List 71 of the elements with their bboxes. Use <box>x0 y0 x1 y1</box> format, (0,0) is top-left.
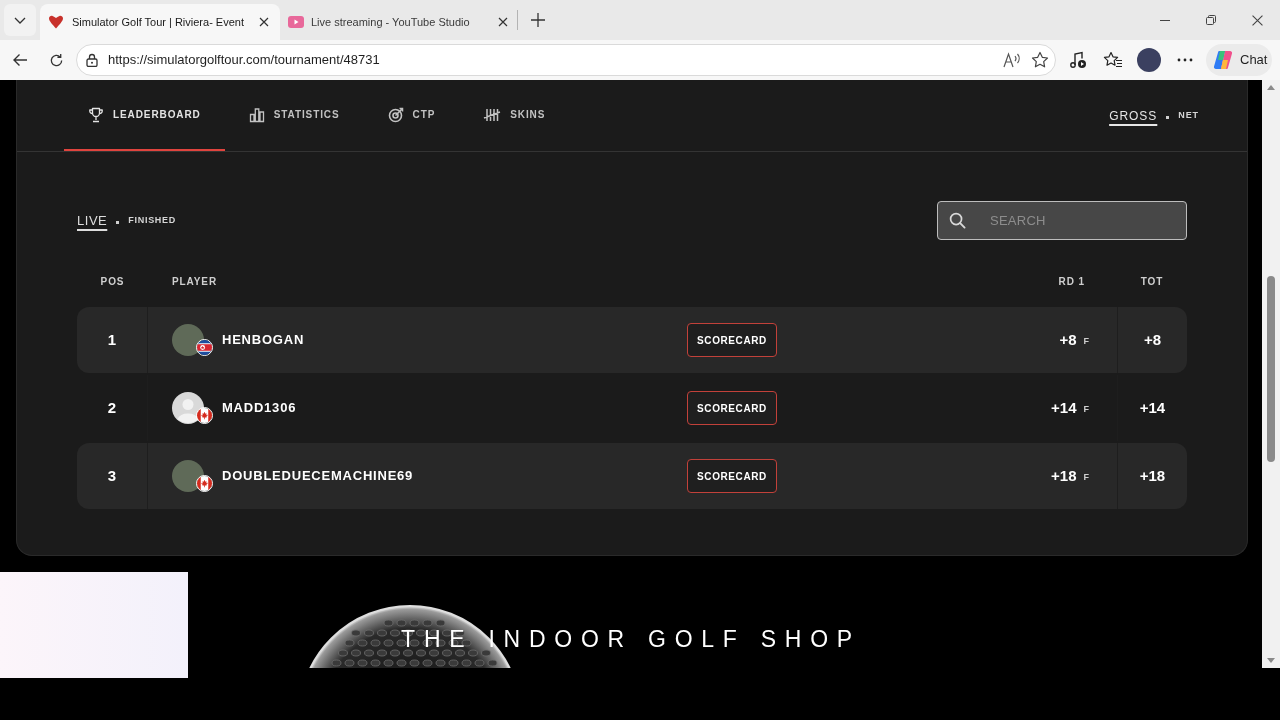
play-icon <box>288 16 304 28</box>
close-icon <box>498 17 508 27</box>
back-arrow-icon <box>12 53 28 67</box>
round-score: +18 <box>1051 465 1077 486</box>
finished-marker: F <box>1083 471 1089 485</box>
scorecard-button[interactable]: SCORECARD <box>687 323 777 357</box>
score-mode-toggle[interactable]: NET <box>1178 108 1199 123</box>
total-score: +18 <box>1139 465 1166 486</box>
caret-down-icon[interactable] <box>1267 658 1275 663</box>
position: 1 <box>107 329 117 350</box>
search-icon <box>949 212 966 229</box>
player-name: MADD1306 <box>222 399 297 418</box>
heart-icon <box>48 15 64 29</box>
lock-icon <box>86 53 98 67</box>
banner-title: THE INDOOR GOLF SHOP <box>401 625 861 653</box>
bar-chart-icon <box>248 106 265 123</box>
flag-icon <box>196 407 213 424</box>
position: 2 <box>107 397 117 418</box>
chat-logo-icon <box>1212 49 1234 71</box>
nav-tab[interactable]: LEADERBOARD <box>64 80 225 151</box>
score-mode-toggle[interactable]: GROSS <box>1109 106 1158 125</box>
round-score: +8 <box>1059 329 1077 350</box>
music-note-icon <box>1069 51 1087 69</box>
address-bar[interactable]: https://simulatorgolftour.com/tournament/48731 <box>76 44 1056 76</box>
total-score: +8 <box>1143 329 1162 350</box>
browser-tab[interactable]: Live streaming - YouTube Studio <box>282 4 516 40</box>
nav-tab[interactable]: SKINS <box>459 80 570 151</box>
flag-icon <box>196 475 213 492</box>
favorites-icon <box>1103 51 1123 69</box>
scrollbar-thumb[interactable] <box>1267 276 1275 462</box>
total-score: +14 <box>1139 397 1166 418</box>
caret-up-icon[interactable] <box>1267 85 1275 90</box>
nav-tab[interactable]: STATISTICS <box>224 80 364 151</box>
close-icon <box>1251 14 1263 26</box>
column-header: RD 1 <box>1058 274 1085 289</box>
more-icon <box>1177 58 1193 62</box>
refresh-icon <box>48 52 64 68</box>
read-aloud-icon <box>1003 52 1021 68</box>
status-filter[interactable]: LIVE <box>77 210 108 231</box>
column-header: PLAYER <box>172 274 218 289</box>
star-icon <box>1031 51 1049 69</box>
plus-icon <box>531 13 545 27</box>
tally-marks-icon <box>483 106 502 123</box>
chevron-down-icon <box>14 16 26 24</box>
player-name: DOUBLEDUECEMACHINE69 <box>222 467 414 486</box>
avatar-photo <box>172 324 204 356</box>
flag-icon <box>196 339 213 356</box>
scorecard-button[interactable]: SCORECARD <box>687 391 777 425</box>
column-header: TOT <box>1140 274 1164 289</box>
finished-marker: F <box>1083 335 1089 349</box>
chat-button[interactable]: Chat <box>1206 44 1272 76</box>
profile-photo <box>1137 48 1161 72</box>
trophy-icon <box>88 106 104 123</box>
finished-marker: F <box>1083 403 1089 417</box>
status-filter[interactable]: FINISHED <box>128 213 177 228</box>
close-icon <box>259 17 269 27</box>
position: 3 <box>107 465 117 486</box>
player-name: HENBOGAN <box>222 331 305 350</box>
avatar-silhouette-icon <box>172 392 204 424</box>
url-text: https://simulatorgolftour.com/tournament/48731 <box>108 51 381 70</box>
column-header: POS <box>100 274 125 289</box>
minimize-icon <box>1160 19 1170 21</box>
target-icon <box>387 106 404 123</box>
search-field[interactable]: SEARCH <box>937 201 1187 240</box>
avatar-photo <box>172 460 204 492</box>
nav-tab[interactable]: CTP <box>363 80 460 151</box>
restore-icon <box>1206 15 1216 25</box>
scrollbar[interactable] <box>1262 80 1280 668</box>
scorecard-button[interactable]: SCORECARD <box>687 459 777 493</box>
round-score: +14 <box>1051 397 1077 418</box>
browser-tab[interactable]: Simulator Golf Tour | Riviera- Event <box>40 4 280 40</box>
